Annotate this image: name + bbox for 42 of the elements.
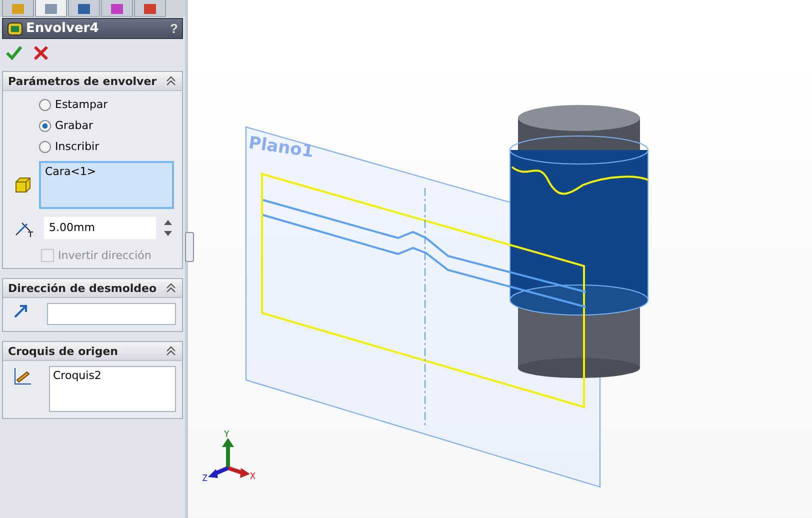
direction-field[interactable] (47, 303, 176, 325)
radio-button[interactable] (39, 120, 51, 132)
tab-icon (142, 4, 158, 16)
ok-icon[interactable] (5, 45, 23, 61)
panel-collapse-handle[interactable] (185, 232, 194, 262)
panel-tab[interactable] (101, 0, 133, 17)
face-selection-list[interactable]: Cara<1> (39, 161, 174, 209)
tab-icon (43, 4, 59, 16)
group-title: Dirección de desmoldeo (8, 282, 157, 294)
cancel-icon[interactable] (33, 45, 49, 61)
group-header[interactable]: Dirección de desmoldeo (3, 279, 182, 298)
feature-icon (7, 20, 23, 36)
collapse-icon[interactable] (166, 346, 176, 356)
arrow-icon (13, 303, 29, 319)
help-button[interactable]: ? (170, 21, 178, 36)
tab-icon (10, 4, 26, 16)
radio-option[interactable]: Grabar (39, 115, 182, 136)
collapse-icon[interactable] (166, 76, 176, 86)
radio-button[interactable] (39, 98, 51, 110)
plane-label: Plano1 (247, 133, 315, 162)
radio-option[interactable]: Inscribir (39, 136, 182, 157)
feature-title: Envolver4 (26, 21, 100, 36)
tab-icon (109, 4, 125, 16)
depth-field[interactable]: 5.00mm (44, 217, 156, 239)
face-icon (13, 175, 33, 195)
sketch-pencil-icon (13, 366, 33, 386)
collapse-icon[interactable] (166, 283, 176, 293)
group-header[interactable]: Parámetros de envolver (3, 72, 182, 91)
radio-label: Inscribir (55, 140, 100, 153)
group-title: Parámetros de envolver (8, 74, 157, 88)
tab-icon (76, 4, 92, 16)
group-title: Croquis de origen (8, 344, 118, 358)
radio-button[interactable] (39, 140, 51, 152)
radio-label: Grabar (55, 119, 94, 132)
group-header[interactable]: Croquis de origen (3, 342, 182, 361)
sketch-list[interactable]: Croquis2 (49, 366, 176, 412)
radio-option[interactable]: Estampar (39, 94, 182, 115)
panel-tab[interactable] (134, 0, 166, 17)
radio-label: Estampar (55, 98, 108, 111)
panel-tab[interactable] (35, 0, 67, 17)
panel-tab[interactable] (68, 0, 100, 17)
axis-triad-drawing: Y Z X (202, 430, 256, 484)
